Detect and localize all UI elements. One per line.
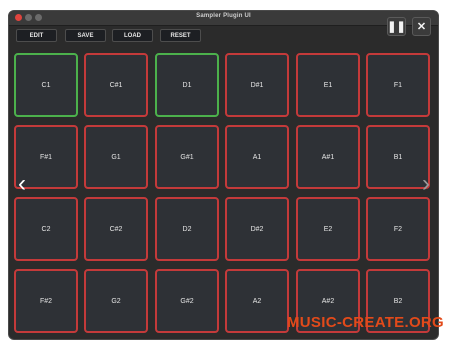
pad-label: F2: [393, 225, 403, 233]
watermark-text: MUSIC-CREATE.ORG: [287, 314, 445, 331]
next-bank-arrow-icon[interactable]: ›: [419, 172, 433, 196]
pad-label: C#1: [109, 81, 123, 89]
pad-a2[interactable]: A2: [225, 269, 289, 333]
pad-a1[interactable]: A1: [225, 125, 289, 189]
pad-d2[interactable]: D2: [155, 197, 219, 261]
pad-label: A#1: [321, 153, 335, 161]
pad-gsharp2[interactable]: G#2: [155, 269, 219, 333]
pad-f2[interactable]: F2: [366, 197, 430, 261]
pad-label: E1: [323, 81, 333, 89]
pad-label: G#1: [180, 153, 194, 161]
pad-label: F#2: [39, 297, 53, 305]
reset-button[interactable]: RESET: [160, 29, 201, 42]
previous-bank-arrow-icon[interactable]: ‹: [15, 172, 29, 196]
pad-label: C2: [41, 225, 51, 233]
pad-label: B2: [393, 297, 403, 305]
pause-icon: ❚❚: [387, 21, 406, 33]
pad-label: A2: [252, 297, 262, 305]
pad-g2[interactable]: G2: [84, 269, 148, 333]
pad-label: B1: [393, 153, 403, 161]
window-title: Sampler Plugin UI: [196, 13, 251, 19]
pad-g1[interactable]: G1: [84, 125, 148, 189]
pad-asharp1[interactable]: A#1: [296, 125, 360, 189]
pad-dsharp1[interactable]: D#1: [225, 53, 289, 117]
pad-label: G1: [111, 153, 121, 161]
pad-dsharp2[interactable]: D#2: [225, 197, 289, 261]
pad-label: A#2: [321, 297, 335, 305]
pad-label: G2: [111, 297, 121, 305]
pad-label: D1: [182, 81, 192, 89]
pad-c2[interactable]: C2: [14, 197, 78, 261]
close-icon: ✕: [416, 21, 427, 33]
pad-csharp2[interactable]: C#2: [84, 197, 148, 261]
pad-label: E2: [323, 225, 333, 233]
title-bar: Sampler Plugin UI: [9, 11, 438, 26]
pad-label: A1: [252, 153, 262, 161]
pad-c1[interactable]: C1: [14, 53, 78, 117]
pad-label: G#2: [180, 297, 194, 305]
pad-fsharp2[interactable]: F#2: [14, 269, 78, 333]
pad-label: D#2: [250, 225, 264, 233]
pad-gsharp1[interactable]: G#1: [155, 125, 219, 189]
pad-e2[interactable]: E2: [296, 197, 360, 261]
pad-label: D2: [182, 225, 192, 233]
sampler-window: Sampler Plugin UI EDIT SAVE LOAD RESET ❚…: [8, 10, 439, 340]
close-button[interactable]: ✕: [412, 17, 431, 36]
pad-label: F1: [393, 81, 403, 89]
pad-label: C#2: [109, 225, 123, 233]
pause-button[interactable]: ❚❚: [387, 17, 406, 36]
save-button[interactable]: SAVE: [65, 29, 106, 42]
pad-label: F#1: [39, 153, 53, 161]
pad-d1[interactable]: D1: [155, 53, 219, 117]
pad-f1[interactable]: F1: [366, 53, 430, 117]
load-button[interactable]: LOAD: [112, 29, 153, 42]
pad-label: D#1: [250, 81, 264, 89]
edit-button[interactable]: EDIT: [16, 29, 57, 42]
pad-label: C1: [41, 81, 51, 89]
pad-csharp1[interactable]: C#1: [84, 53, 148, 117]
pad-e1[interactable]: E1: [296, 53, 360, 117]
